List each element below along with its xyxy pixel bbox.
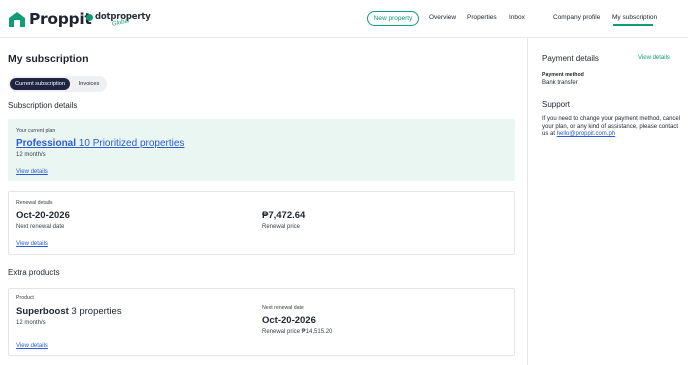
current-plan-card: Your current plan Professional 10 Priori… xyxy=(8,119,515,181)
subscription-tabs: Current subscription Invoices xyxy=(8,76,107,92)
support-text: If you need to change your payment metho… xyxy=(542,116,681,138)
product-label: Product xyxy=(16,295,34,301)
renewal-details-card: Renewal details Oct-20-2026 Next renewal… xyxy=(8,191,515,255)
renewal-price-caption: Renewal price xyxy=(262,224,301,230)
nav-properties[interactable]: Properties xyxy=(467,14,497,21)
product-renewal-label: Next renewal date xyxy=(262,305,304,311)
renewal-label: Renewal details xyxy=(16,200,53,206)
product-view-details-link[interactable]: View details xyxy=(16,343,48,349)
proppit-logo[interactable]: Proppit xyxy=(8,9,92,29)
renewal-date-caption: Next renewal date xyxy=(16,224,65,230)
support-email-link[interactable]: hello@proppit.com.ph xyxy=(557,131,615,137)
page-title: My subscription xyxy=(8,53,89,65)
extra-product-card: Product Superboost 3 properties 12 month… xyxy=(8,288,515,356)
main-content: My subscription Current subscription Inv… xyxy=(0,38,528,365)
renewal-price: ₱7,472.64 xyxy=(262,210,306,221)
renewal-date: Oct-20-2026 xyxy=(16,210,70,221)
payment-method-value: Bank transfer xyxy=(542,80,578,86)
proppit-house-icon xyxy=(8,11,26,28)
tab-current-subscription[interactable]: Current subscription xyxy=(10,78,70,90)
product-renewal-date: Oct-20-2026 xyxy=(262,315,316,326)
top-header: Proppit dotproperty Global New property … xyxy=(0,0,688,38)
plan-label: Your current plan xyxy=(16,128,56,134)
extra-products-title: Extra products xyxy=(8,268,60,277)
tab-invoices[interactable]: Invoices xyxy=(72,78,106,90)
active-nav-indicator xyxy=(613,24,653,26)
new-property-button[interactable]: New property xyxy=(367,11,419,26)
nav-company-profile[interactable]: Company profile xyxy=(553,14,600,21)
nav-inbox[interactable]: Inbox xyxy=(509,14,525,21)
product-period: 12 month/s xyxy=(16,320,46,326)
payment-method-label: Payment method xyxy=(542,72,584,78)
plan-view-details-link[interactable]: View details xyxy=(16,169,48,175)
payment-view-details-link[interactable]: View details xyxy=(638,55,670,61)
plan-name[interactable]: Professional 10 Prioritized properties xyxy=(16,138,184,149)
product-name: Superboost 3 properties xyxy=(16,306,122,317)
renewal-view-details-link[interactable]: View details xyxy=(16,241,48,247)
nav-my-subscription[interactable]: My subscription xyxy=(612,14,657,21)
support-title: Support xyxy=(542,100,571,109)
plan-period: 12 month/s xyxy=(16,152,46,158)
brand-name: Proppit xyxy=(29,10,92,28)
partner-dot-icon xyxy=(86,13,93,21)
subscription-details-title: Subscription details xyxy=(8,101,78,110)
nav-overview[interactable]: Overview xyxy=(429,14,456,21)
payment-details-title: Payment details xyxy=(542,54,599,63)
product-renewal-price: Renewal price ₱14,515.20 xyxy=(262,329,333,335)
